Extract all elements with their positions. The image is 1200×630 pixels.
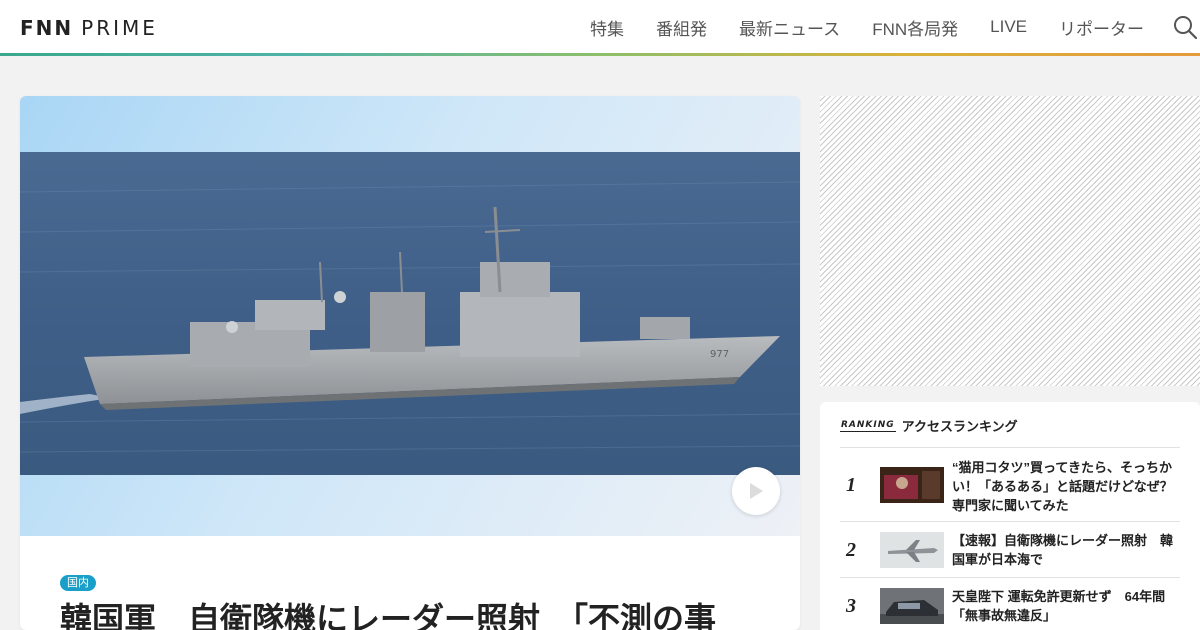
ranking-item-3[interactable]: 3 天皇陛下 運転免許更新せず 64年間「無事故無違反」 bbox=[840, 586, 1180, 626]
site-header: FNN PRIME 特集 番組発 最新ニュース FNN各局発 LIVE リポータ… bbox=[0, 0, 1200, 56]
ranking-item-title: 天皇陛下 運転免許更新せず 64年間「無事故無違反」 bbox=[952, 589, 1166, 623]
fnn-prime-logo[interactable]: FNN PRIME bbox=[20, 16, 158, 40]
ranking-header: RANKING アクセスランキング bbox=[840, 416, 1018, 435]
article-headline[interactable]: 韓国軍 自衛隊機にレーダー照射 「不測の事 bbox=[60, 599, 780, 630]
header-accent-bar bbox=[0, 53, 1200, 56]
ranking-item-2[interactable]: 2 【速報】自衛隊機にレーダー照射 韓国軍が日本海で bbox=[840, 530, 1180, 570]
ranking-thumbnail-car bbox=[880, 588, 944, 624]
ranking-thumbnail-cat-kotatsu bbox=[880, 467, 944, 503]
rank-number: 3 bbox=[846, 595, 856, 617]
logo-fnn: FNN bbox=[20, 16, 74, 40]
hero-image[interactable]: 977 bbox=[20, 96, 800, 536]
logo-prime: PRIME bbox=[81, 16, 158, 40]
rank-number: 1 bbox=[846, 474, 856, 496]
nav-item-programs[interactable]: 番組発 bbox=[656, 15, 707, 40]
ranking-panel: RANKING アクセスランキング 1 “猫用コタツ”買ってきたら、そっちかい！… bbox=[820, 402, 1200, 630]
nav-item-special[interactable]: 特集 bbox=[590, 15, 624, 40]
ranking-badge: RANKING bbox=[840, 420, 896, 432]
play-icon bbox=[750, 483, 763, 499]
ranking-divider bbox=[840, 521, 1180, 522]
ranking-divider bbox=[840, 447, 1180, 448]
play-video-button[interactable] bbox=[732, 467, 780, 515]
ad-placeholder bbox=[820, 96, 1200, 386]
warship-photo: 977 bbox=[20, 152, 800, 475]
search-icon[interactable] bbox=[1172, 14, 1198, 40]
nav-item-local-stations[interactable]: FNN各局発 bbox=[872, 15, 958, 40]
ranking-item-title: 【速報】自衛隊機にレーダー照射 韓国軍が日本海で bbox=[952, 533, 1174, 567]
rank-number: 2 bbox=[846, 539, 856, 561]
hero-article-card[interactable]: 977 国内 韓国軍 自衛隊機にレーダー照射 「不測の事 bbox=[20, 96, 800, 630]
ranking-divider bbox=[840, 577, 1180, 578]
nav-item-latest-news[interactable]: 最新ニュース bbox=[739, 15, 840, 40]
category-badge[interactable]: 国内 bbox=[60, 575, 96, 591]
main-nav: 特集 番組発 最新ニュース FNN各局発 LIVE リポーター bbox=[558, 0, 1144, 54]
nav-item-live[interactable]: LIVE bbox=[990, 17, 1027, 37]
ranking-item-1[interactable]: 1 “猫用コタツ”買ってきたら、そっちかい！「あるある」と話題だけどなぜ？専門家… bbox=[840, 458, 1180, 514]
ranking-title: アクセスランキング bbox=[901, 419, 1018, 434]
nav-item-reporter[interactable]: リポーター bbox=[1059, 15, 1144, 40]
ranking-item-title: “猫用コタツ”買ってきたら、そっちかい！「あるある」と話題だけどなぜ？専門家に聞… bbox=[952, 460, 1173, 513]
ranking-thumbnail-aircraft bbox=[880, 532, 944, 568]
svg-text:977: 977 bbox=[710, 349, 729, 360]
